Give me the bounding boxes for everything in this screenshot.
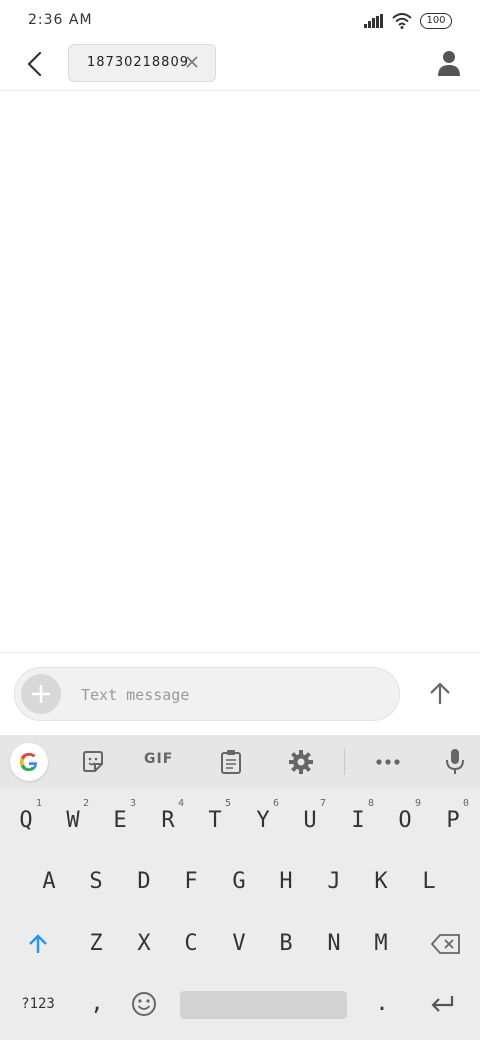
gif-button[interactable]: GIF	[144, 751, 173, 767]
backspace-icon	[430, 934, 460, 954]
space-key[interactable]	[180, 991, 347, 1019]
more-button[interactable]	[373, 747, 403, 777]
key-0[interactable]: Q1	[8, 797, 44, 845]
key-label: R	[161, 808, 175, 833]
key-2[interactable]: E3	[102, 797, 138, 845]
recipient-number: 18730218809	[87, 55, 189, 70]
signal-icon	[364, 14, 383, 28]
key-label: O	[398, 808, 412, 833]
key-hint: 6	[272, 798, 279, 809]
shift-key[interactable]	[20, 920, 56, 968]
key-hint: 7	[319, 798, 326, 809]
key-label: W	[66, 808, 80, 833]
clipboard-button[interactable]	[216, 747, 246, 777]
attach-button[interactable]	[21, 674, 61, 714]
enter-icon	[431, 996, 454, 1012]
key-8[interactable]: O9	[387, 797, 423, 845]
key-row2-1[interactable]: S	[78, 858, 114, 906]
send-arrow-icon[interactable]	[420, 674, 460, 714]
key-hint: 3	[129, 798, 136, 809]
key-row3-4[interactable]: B	[268, 920, 304, 968]
key-9[interactable]: P0	[435, 797, 471, 845]
emoji-key[interactable]	[126, 980, 162, 1028]
key-label: E	[113, 808, 127, 833]
gear-icon	[289, 750, 313, 774]
key-label: Y	[256, 808, 270, 833]
keyboard: G I F Q 1 W 2 E 3 R 4 T 5 Y 6 U 7 I 8 O 9 …	[0, 735, 480, 1040]
key-row3-1[interactable]: X	[126, 920, 162, 968]
status-time: 2:36 AM	[28, 12, 93, 28]
key-hint: 9	[414, 798, 421, 809]
key-row3-5[interactable]: N	[316, 920, 352, 968]
key-label: U	[303, 808, 317, 833]
key-row2-8[interactable]: L	[411, 858, 447, 906]
contact-icon[interactable]	[434, 48, 464, 78]
key-row3-2[interactable]: C	[173, 920, 209, 968]
key-hint: 4	[177, 798, 184, 809]
key-row3-3[interactable]: V	[221, 920, 257, 968]
message-input[interactable]	[79, 682, 383, 708]
key-row3-6[interactable]: M	[363, 920, 399, 968]
key-row2-4[interactable]: G	[221, 858, 257, 906]
key-1[interactable]: W2	[55, 797, 91, 845]
status-icons: 100	[364, 13, 452, 29]
key-hint: 0	[462, 798, 469, 809]
enter-key[interactable]	[422, 980, 462, 1028]
wifi-icon	[392, 13, 412, 29]
key-row2-3[interactable]: F	[173, 858, 209, 906]
status-bar: 2:36 AM 100	[0, 0, 480, 42]
key-row2-2[interactable]: D	[126, 858, 162, 906]
mic-icon	[446, 749, 464, 774]
key-label: P	[446, 808, 460, 833]
key-hint: 8	[367, 798, 374, 809]
sticker-button[interactable]	[78, 747, 108, 777]
key-row2-5[interactable]: H	[268, 858, 304, 906]
key-label: I	[351, 808, 365, 833]
key-label: Q	[19, 808, 33, 833]
shift-icon	[29, 934, 47, 953]
key-4[interactable]: T5	[197, 797, 233, 845]
key-row2-7[interactable]: K	[363, 858, 399, 906]
close-icon[interactable]	[185, 55, 199, 69]
conversation-header: 18730218809	[0, 42, 480, 91]
key-row2-6[interactable]: J	[316, 858, 352, 906]
battery-icon: 100	[420, 13, 452, 29]
sticker-icon	[83, 751, 103, 772]
toolbar-divider	[344, 749, 345, 775]
key-row3-0[interactable]: Z	[78, 920, 114, 968]
clipboard-icon	[221, 750, 241, 774]
key-6[interactable]: U7	[292, 797, 328, 845]
period-key[interactable]: .	[364, 980, 400, 1028]
key-7[interactable]: I8	[340, 797, 376, 845]
comma-key[interactable]: ,	[79, 980, 115, 1028]
symbols-key[interactable]: ?123	[16, 980, 60, 1028]
key-row2-0[interactable]: A	[31, 858, 67, 906]
compose-bar	[14, 667, 400, 721]
key-hint: 5	[224, 798, 231, 809]
key-label: T	[208, 808, 222, 833]
key-3[interactable]: R4	[150, 797, 186, 845]
more-icon	[376, 759, 400, 765]
voice-button[interactable]	[440, 747, 470, 777]
backspace-key[interactable]	[424, 920, 468, 968]
emoji-icon	[132, 992, 156, 1016]
recipient-chip[interactable]: 18730218809	[68, 44, 216, 82]
key-hint: 2	[82, 798, 89, 809]
settings-button[interactable]	[286, 747, 316, 777]
google-icon	[20, 753, 37, 771]
plus-icon	[32, 685, 50, 703]
key-hint: 1	[35, 798, 42, 809]
keyboard-toolbar: GIF	[0, 735, 480, 789]
back-arrow-icon[interactable]	[20, 48, 52, 80]
key-5[interactable]: Y6	[245, 797, 281, 845]
google-button[interactable]	[10, 743, 48, 781]
compose-divider	[0, 652, 480, 653]
